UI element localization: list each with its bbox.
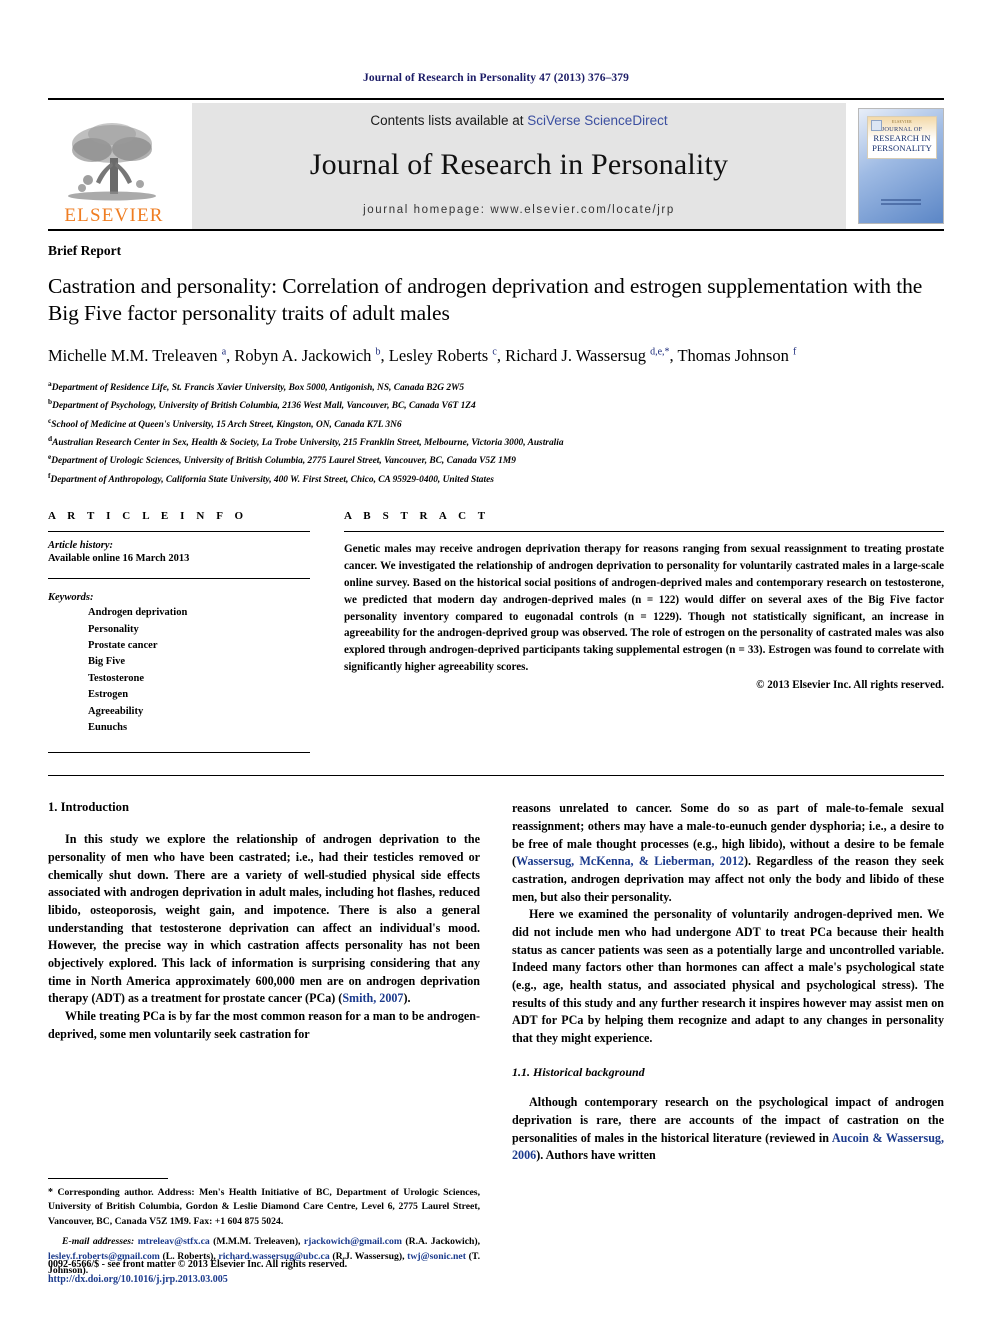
intro-paragraph-2: While treating PCa is by far the most co…: [48, 1008, 480, 1041]
cover-line-2: RESEARCH IN: [873, 133, 931, 143]
email-addresses-label: E-mail addresses:: [62, 1236, 135, 1248]
running-head: Journal of Research in Personality 47 (2…: [363, 72, 629, 84]
affiliation-item: fDepartment of Anthropology, California …: [48, 470, 944, 488]
section-heading-historical-background: 1.1. Historical background: [512, 1065, 645, 1080]
abstract-column: A B S T R A C T Genetic males may receiv…: [344, 510, 944, 753]
cover-line-3: PERSONALITY: [872, 143, 932, 153]
keywords-label: Keywords:: [48, 592, 94, 604]
abstract-heading: A B S T R A C T: [344, 510, 490, 523]
affiliation-text: Department of Urologic Sciences, Univers…: [51, 456, 516, 467]
contents-prefix: Contents lists available at: [370, 113, 528, 128]
abstract-copyright: © 2013 Elsevier Inc. All rights reserved…: [756, 678, 944, 691]
masthead-banner: Contents lists available at SciVerse Sci…: [192, 103, 846, 229]
affiliation-item: bDepartment of Psychology, University of…: [48, 396, 944, 414]
contents-lists-line: Contents lists available at SciVerse Sci…: [370, 113, 667, 128]
corresponding-author-text: Corresponding author. Address: Men's Hea…: [48, 1186, 480, 1227]
masthead-top-rule: [48, 98, 944, 100]
cover-title-block: ELSEVIER JOURNAL OF RESEARCH IN PERSONAL…: [867, 116, 937, 159]
abstract-rule: [344, 531, 944, 533]
doi-link[interactable]: http://dx.doi.org/10.1016/j.jrp.2013.03.…: [48, 1272, 347, 1287]
footnote-rule: [48, 1177, 168, 1179]
email-owner: (R.A. Jackowich),: [405, 1236, 481, 1248]
abstract-text: Genetic males may receive androgen depri…: [344, 543, 944, 674]
elsevier-logo: ELSEVIER: [48, 103, 180, 229]
corresponding-author-footnote: * Corresponding author. Address: Men's H…: [48, 1185, 480, 1230]
section-heading-introduction: 1. Introduction: [48, 800, 129, 815]
citation-wassersug-2012[interactable]: Wassersug, McKenna, & Lieberman, 2012: [516, 854, 744, 868]
masthead: ELSEVIER Contents lists available at Sci…: [48, 98, 944, 231]
intro-paragraph-1-text: In this study we explore the relationshi…: [48, 832, 480, 1006]
sciencedirect-link[interactable]: SciVerse ScienceDirect: [527, 113, 667, 128]
intro-paragraph-1-end: ).: [403, 991, 411, 1006]
email-link[interactable]: rjackowich@gmail.com: [304, 1236, 402, 1247]
keyword-item: Big Five: [88, 656, 126, 668]
article-history-label: Article history:: [48, 540, 114, 552]
affiliation-text: Australian Research Center in Sex, Healt…: [52, 438, 564, 449]
article-info-rule: [48, 531, 310, 533]
email-owner: (M.M.M. Treleaven),: [213, 1236, 301, 1248]
elsevier-tree-icon: [66, 118, 162, 204]
affiliation-item: eDepartment of Urologic Sciences, Univer…: [48, 451, 944, 469]
keyword-item: Agreeability: [88, 705, 144, 717]
keyword-item: Eunuchs: [88, 721, 128, 733]
keyword-item: Testosterone: [88, 672, 144, 684]
affiliation-item: cSchool of Medicine at Queen's Universit…: [48, 415, 944, 433]
cover-footer-marks: [859, 197, 943, 207]
body-column-left: 1. Introduction In this study we explore…: [48, 800, 480, 1165]
article-info-column: A R T I C L E I N F O Article history: A…: [48, 510, 310, 754]
article-history-value: Available online 16 March 2013: [48, 553, 190, 565]
page-title: Castration and personality: Correlation …: [48, 274, 923, 326]
historical-paragraph-1-end: ). Authors have written: [536, 1148, 656, 1163]
intro-paragraph-1: In this study we explore the relationshi…: [48, 831, 480, 1008]
journal-homepage-link[interactable]: journal homepage: www.elsevier.com/locat…: [363, 204, 675, 216]
issn-line: 0092-6566/$ - see front matter © 2013 El…: [48, 1259, 348, 1270]
author-list: Michelle M.M. Treleaven a, Robyn A. Jack…: [48, 346, 797, 366]
affiliation-text: Department of Psychology, University of …: [52, 401, 476, 412]
article-first-page: Journal of Research in Personality 47 (2…: [0, 0, 992, 1323]
email-link[interactable]: mtreleav@stfx.ca: [138, 1236, 210, 1247]
affiliation-text: Department of Residence Life, St. Franci…: [51, 383, 465, 394]
citation-smith-2007[interactable]: Smith, 2007: [342, 991, 403, 1005]
affiliation-text: Department of Anthropology, California S…: [50, 474, 494, 485]
affiliation-item: aDepartment of Residence Life, St. Franc…: [48, 378, 944, 396]
article-type-label: Brief Report: [48, 243, 122, 258]
email-link[interactable]: twj@sonic.net: [407, 1251, 466, 1262]
keywords-bottom-rule: [48, 752, 310, 754]
body-column-right: reasons unrelated to cancer. Some do so …: [512, 800, 944, 1165]
article-info-heading: A R T I C L E I N F O: [48, 510, 248, 523]
elsevier-wordmark: ELSEVIER: [64, 205, 164, 226]
right-paragraph-1: reasons unrelated to cancer. Some do so …: [512, 800, 944, 906]
masthead-bottom-rule: [48, 229, 944, 231]
keyword-item: Prostate cancer: [88, 640, 158, 652]
issn-doi-footer: 0092-6566/$ - see front matter © 2013 El…: [48, 1257, 347, 1287]
affiliation-text: School of Medicine at Queen's University…: [51, 419, 402, 430]
keyword-item: Estrogen: [88, 689, 129, 701]
keyword-item: Personality: [88, 623, 139, 635]
journal-title: Journal of Research in Personality: [309, 148, 729, 181]
right-paragraph-2: Here we examined the personality of volu…: [512, 907, 944, 1045]
keywords-top-rule: [48, 578, 310, 580]
abstract-bottom-rule: [48, 775, 944, 777]
journal-cover-thumbnail: ELSEVIER JOURNAL OF RESEARCH IN PERSONAL…: [858, 108, 944, 224]
keywords-list: Androgen deprivation Personality Prostat…: [48, 605, 310, 736]
affiliation-item: dAustralian Research Center in Sex, Heal…: [48, 433, 944, 451]
historical-paragraph-1: Although contemporary research on the ps…: [512, 1094, 944, 1165]
affiliation-list: aDepartment of Residence Life, St. Franc…: [48, 378, 944, 488]
keyword-item: Androgen deprivation: [88, 607, 188, 619]
cover-publisher-badge-icon: [871, 120, 882, 131]
